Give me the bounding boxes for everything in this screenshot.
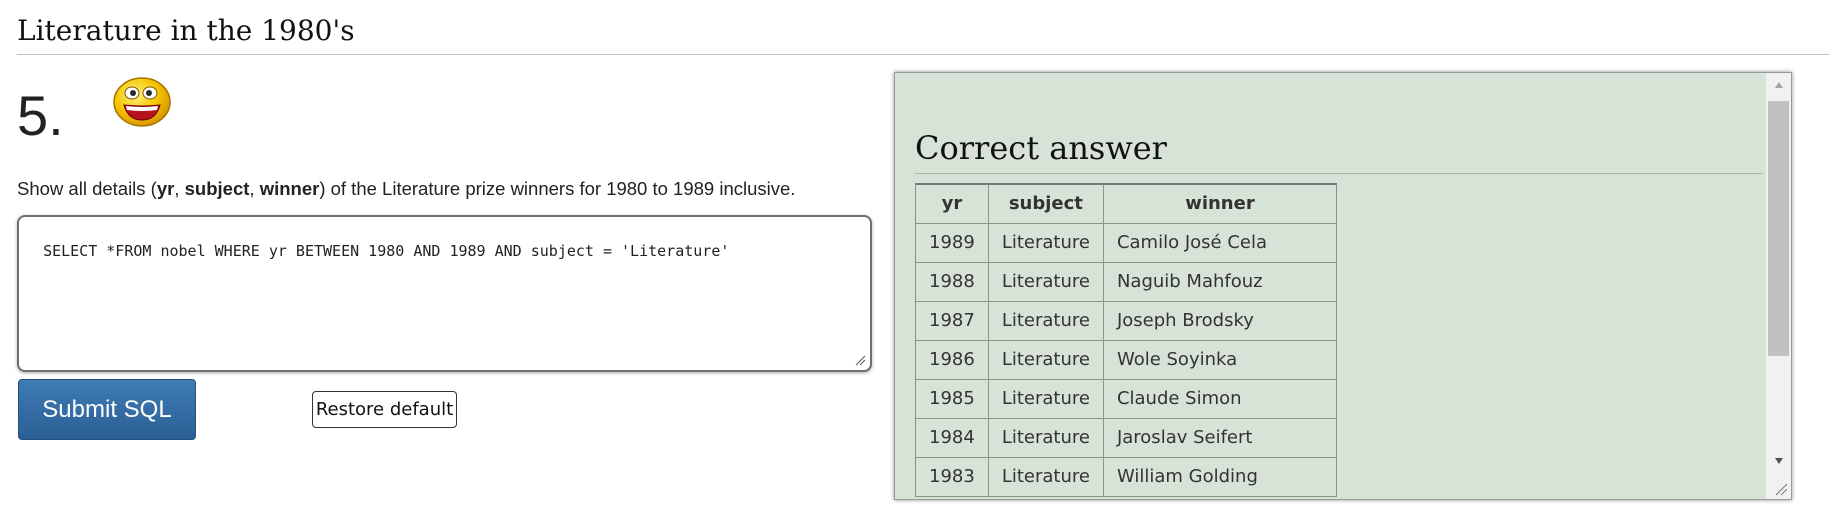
- cell-winner: Claude Simon: [1102, 378, 1337, 419]
- table-row: 1988 Literature Naguib Mahfouz: [915, 261, 1337, 302]
- cell-yr: 1989: [915, 222, 989, 263]
- cell-yr: 1986: [915, 339, 989, 380]
- question-sep: ,: [249, 178, 260, 199]
- cell-subject: Literature: [987, 339, 1104, 380]
- resize-grip-icon[interactable]: [1774, 482, 1788, 496]
- restore-default-button[interactable]: Restore default: [312, 391, 457, 428]
- triangle-up-icon: [1775, 82, 1783, 88]
- answer-heading: Correct answer: [915, 129, 1167, 167]
- smiley-face-icon: [113, 77, 171, 127]
- cell-winner: Wole Soyinka: [1102, 339, 1337, 380]
- triangle-down-icon: [1775, 458, 1783, 464]
- result-table: yr subject winner 1989 Literature Camilo…: [915, 183, 1337, 497]
- field-subject: subject: [184, 178, 250, 199]
- answer-panel[interactable]: Correct answer yr subject winner 1989 Li…: [894, 72, 1792, 500]
- column-header-winner: winner: [1102, 183, 1337, 224]
- cell-yr: 1984: [915, 417, 989, 458]
- answer-divider: [915, 173, 1763, 174]
- table-row: 1984 Literature Jaroslav Seifert: [915, 417, 1337, 458]
- cell-yr: 1988: [915, 261, 989, 302]
- cell-winner: William Golding: [1102, 456, 1337, 497]
- table-row: 1985 Literature Claude Simon: [915, 378, 1337, 419]
- question-text-part: ) of the Literature prize winners for 19…: [319, 178, 796, 199]
- cell-yr: 1983: [915, 456, 989, 497]
- cell-winner: Jaroslav Seifert: [1102, 417, 1337, 458]
- sql-text[interactable]: SELECT *FROM nobel WHERE yr BETWEEN 1980…: [43, 242, 729, 260]
- scroll-up-button[interactable]: [1766, 73, 1791, 97]
- cell-yr: 1987: [915, 300, 989, 341]
- cell-subject: Literature: [987, 378, 1104, 419]
- question-text-part: Show all details (: [17, 178, 157, 199]
- scroll-thumb[interactable]: [1768, 101, 1789, 356]
- cell-subject: Literature: [987, 222, 1104, 263]
- cell-subject: Literature: [987, 417, 1104, 458]
- table-header-row: yr subject winner: [915, 183, 1337, 224]
- field-yr: yr: [156, 178, 175, 199]
- vertical-scrollbar[interactable]: [1765, 73, 1791, 499]
- column-header-subject: subject: [987, 183, 1104, 224]
- title-divider: [17, 54, 1829, 55]
- table-row: 1987 Literature Joseph Brodsky: [915, 300, 1337, 341]
- question-number: 5.: [17, 84, 64, 147]
- column-header-yr: yr: [915, 183, 989, 224]
- cell-subject: Literature: [987, 456, 1104, 497]
- table-row: 1983 Literature William Golding: [915, 456, 1337, 497]
- resize-grip-icon[interactable]: [854, 354, 866, 366]
- submit-sql-button[interactable]: Submit SQL: [18, 379, 196, 440]
- page-title: Literature in the 1980's: [17, 14, 355, 47]
- cell-subject: Literature: [987, 261, 1104, 302]
- cell-winner: Camilo José Cela: [1102, 222, 1337, 263]
- cell-subject: Literature: [987, 300, 1104, 341]
- table-row: 1989 Literature Camilo José Cela: [915, 222, 1337, 263]
- cell-yr: 1985: [915, 378, 989, 419]
- cell-winner: Naguib Mahfouz: [1102, 261, 1337, 302]
- question-sep: ,: [174, 178, 185, 199]
- table-row: 1986 Literature Wole Soyinka: [915, 339, 1337, 380]
- sql-editor[interactable]: SELECT *FROM nobel WHERE yr BETWEEN 1980…: [17, 215, 872, 372]
- scroll-down-button[interactable]: [1766, 449, 1791, 473]
- cell-winner: Joseph Brodsky: [1102, 300, 1337, 341]
- field-winner: winner: [259, 178, 320, 199]
- question-text: Show all details (yr, subject, winner) o…: [17, 178, 795, 200]
